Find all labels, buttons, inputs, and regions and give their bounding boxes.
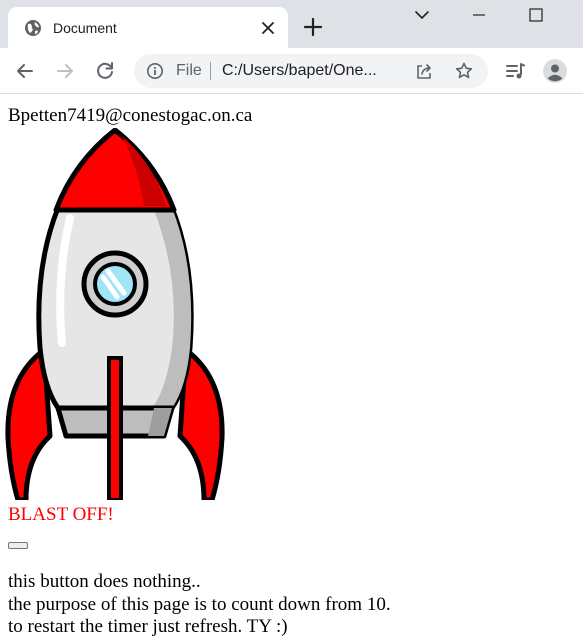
globe-icon <box>25 20 41 36</box>
forward-arrow-icon[interactable] <box>53 59 77 83</box>
page-content: Bpetten7419@conestogac.on.ca BLAST OFF! … <box>0 95 583 639</box>
tab-title: Document <box>53 20 117 36</box>
minimize-icon[interactable] <box>468 4 490 26</box>
tab-document[interactable]: Document <box>8 7 288 48</box>
plus-icon[interactable] <box>302 16 324 38</box>
share-icon[interactable] <box>414 61 434 81</box>
info-icon[interactable] <box>146 62 164 80</box>
rocket-icon <box>5 128 225 500</box>
media-playlist-icon[interactable] <box>503 59 527 83</box>
description-line: the purpose of this page is to count dow… <box>8 593 391 615</box>
description-line: to restart the timer just refresh. TY :) <box>8 616 288 637</box>
do-nothing-button[interactable] <box>8 542 28 549</box>
chevron-down-icon[interactable] <box>411 4 433 26</box>
address-bar[interactable]: File C:/Users/bapet/One... <box>134 54 488 88</box>
description-paragraph: this button does nothing.. the purpose o… <box>8 571 391 639</box>
blast-off-text: BLAST OFF! <box>8 504 114 525</box>
reload-icon[interactable] <box>93 59 117 83</box>
browser-toolbar: File C:/Users/bapet/One... <box>0 48 583 94</box>
close-icon[interactable] <box>258 18 278 38</box>
url-text[interactable]: C:/Users/bapet/One... <box>222 62 377 80</box>
back-arrow-icon[interactable] <box>13 59 37 83</box>
tab-strip: Document <box>0 0 583 48</box>
email-text: Bpetten7419@conestogac.on.ca <box>8 105 253 126</box>
maximize-icon[interactable] <box>525 4 547 26</box>
profile-icon[interactable] <box>543 59 567 83</box>
url-divider <box>210 62 211 80</box>
url-scheme: File <box>176 62 202 79</box>
star-icon[interactable] <box>454 61 474 81</box>
description-line: this button does nothing.. <box>8 571 201 592</box>
